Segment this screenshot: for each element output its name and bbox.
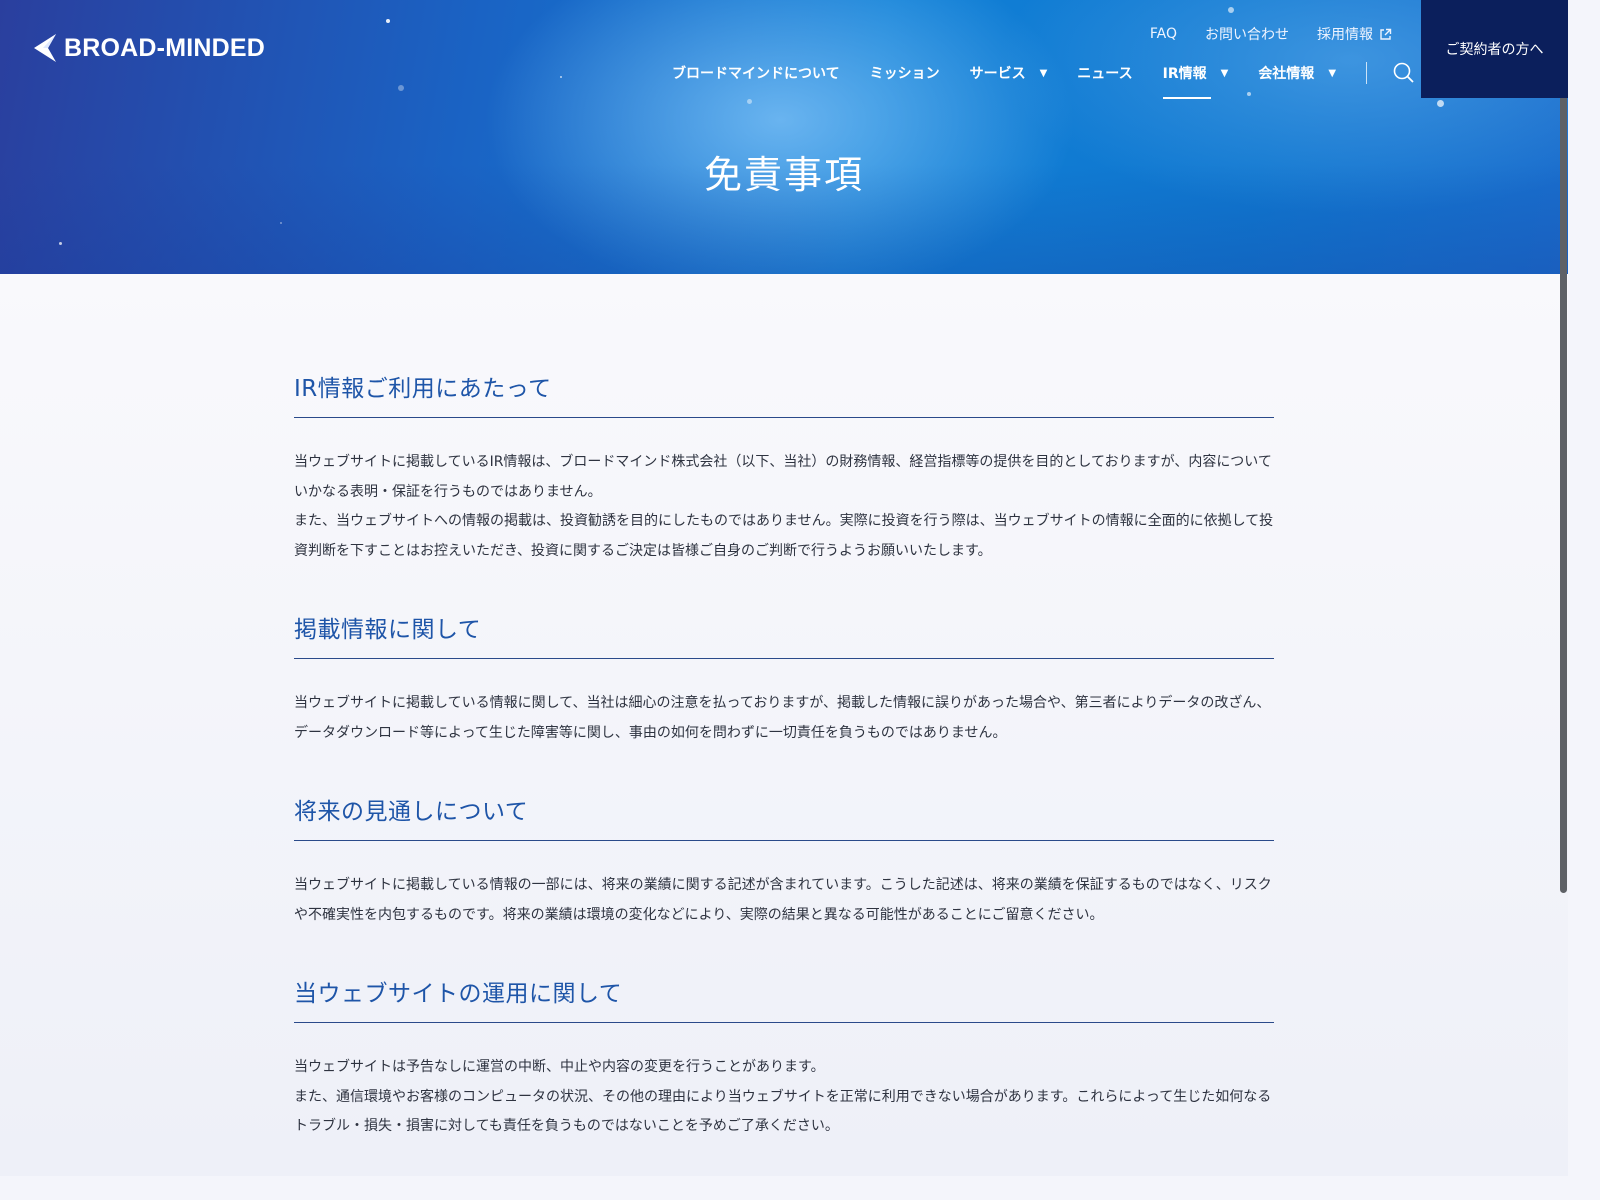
section-heading: 将来の見通しについて (294, 792, 1274, 841)
star-decoration (1247, 92, 1251, 96)
nav-item-label: IR情報 (1162, 66, 1207, 82)
section-body: 当ウェブサイトに掲載している情報に関して、当社は細心の注意を払っておりますが、掲… (294, 689, 1274, 748)
nav-item-news[interactable]: ニュース (1077, 63, 1132, 83)
paragraph: 当ウェブサイトに掲載しているIR情報は、ブロードマインド株式会社（以下、当社）の… (294, 454, 1272, 500)
nav-item-label: ミッション (869, 66, 940, 82)
section-heading: 掲載情報に関して (294, 610, 1274, 659)
paragraph: 当ウェブサイトに掲載している情報の一部には、将来の業績に関する記述が含まれていま… (294, 877, 1272, 923)
hero-banner: BROAD-MINDED FAQ お問い合わせ 採用情報 ブロードマインドについ… (0, 0, 1568, 274)
section-body: 当ウェブサイトは予告なしに運営の中断、中止や内容の変更を行うことがあります。 ま… (294, 1053, 1274, 1142)
star-decoration (560, 76, 562, 78)
star-decoration (747, 99, 752, 104)
section-body: 当ウェブサイトに掲載している情報の一部には、将来の業績に関する記述が含まれていま… (294, 871, 1274, 930)
nav-item-service[interactable]: サービス ▼ (970, 63, 1048, 83)
section-heading: IR情報ご利用にあたって (294, 369, 1274, 418)
site-logo[interactable]: BROAD-MINDED (30, 33, 265, 63)
utility-link-contact[interactable]: お問い合わせ (1205, 24, 1289, 44)
logo-mark-icon (34, 34, 56, 62)
main-nav: ブロードマインドについて ミッション サービス ▼ ニュース IR情報 ▼ 会社… (672, 62, 1415, 99)
nav-item-label: ブロードマインドについて (672, 66, 840, 82)
paragraph: また、当ウェブサイトへの情報の掲載は、投資勧誘を目的にしたものではありません。実… (294, 513, 1274, 559)
external-link-icon (1380, 28, 1392, 40)
nav-item-about[interactable]: ブロードマインドについて (672, 63, 840, 83)
search-icon[interactable] (1393, 62, 1415, 84)
star-decoration (280, 222, 282, 224)
section-body: 当ウェブサイトに掲載しているIR情報は、ブロードマインド株式会社（以下、当社）の… (294, 448, 1274, 566)
paragraph: また、通信環境やお客様のコンピュータの状況、その他の理由により当ウェブサイトを正… (294, 1088, 1272, 1135)
utility-link-recruit[interactable]: 採用情報 (1317, 24, 1392, 44)
section-forward-looking: 将来の見通しについて 当ウェブサイトに掲載している情報の一部には、将来の業績に関… (294, 792, 1274, 930)
star-decoration (1228, 7, 1234, 13)
nav-item-company[interactable]: 会社情報 ▼ (1258, 63, 1336, 83)
section-ir-usage: IR情報ご利用にあたって 当ウェブサイトに掲載しているIR情報は、ブロードマイン… (294, 369, 1274, 566)
nav-item-mission[interactable]: ミッション (870, 63, 940, 83)
utility-nav: FAQ お問い合わせ 採用情報 (1150, 24, 1392, 44)
caret-down-icon: ▼ (1328, 67, 1337, 79)
page-title: 免責事項 (703, 153, 864, 197)
nav-item-ir[interactable]: IR情報 ▼ (1162, 63, 1229, 99)
star-decoration (1437, 100, 1444, 107)
section-published-info: 掲載情報に関して 当ウェブサイトに掲載している情報に関して、当社は細心の注意を払… (294, 610, 1274, 748)
star-decoration (398, 85, 404, 91)
section-heading: 当ウェブサイトの運用に関して (294, 974, 1274, 1023)
scrollbar-thumb[interactable] (1560, 0, 1567, 893)
utility-link-faq[interactable]: FAQ (1150, 26, 1177, 42)
star-decoration (59, 242, 62, 245)
nav-item-label: 会社情報 (1258, 66, 1315, 82)
paragraph: 当ウェブサイトは予告なしに運営の中断、中止や内容の変更を行うことがあります。 (294, 1059, 825, 1075)
nav-item-label: ニュース (1077, 66, 1133, 82)
nav-item-label: サービス (969, 66, 1026, 82)
caret-down-icon: ▼ (1220, 67, 1229, 79)
star-decoration (386, 19, 390, 23)
caret-down-icon: ▼ (1039, 67, 1048, 79)
nav-divider (1366, 62, 1368, 84)
logo-text: BROAD-MINDED (64, 33, 265, 62)
paragraph: 当ウェブサイトに掲載している情報に関して、当社は細心の注意を払っておりますが、掲… (294, 695, 1271, 741)
utility-link-recruit-label: 採用情報 (1317, 27, 1373, 43)
section-site-operation: 当ウェブサイトの運用に関して 当ウェブサイトは予告なしに運営の中断、中止や内容の… (294, 974, 1274, 1142)
contract-holder-button[interactable]: ご契約者の方へ (1421, 0, 1568, 98)
